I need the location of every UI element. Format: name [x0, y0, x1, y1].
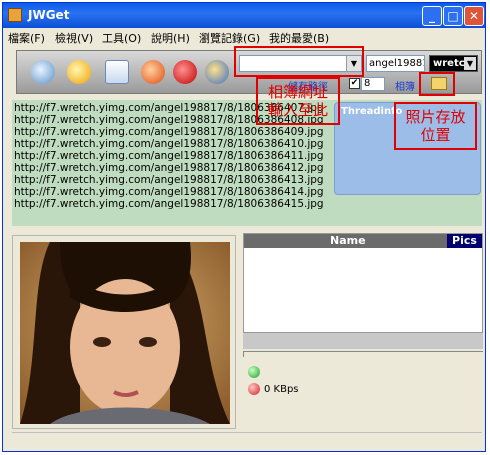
url-hint-line1: 相簿網址	[267, 83, 328, 101]
photo-preview	[20, 242, 230, 424]
save-hint-line1: 照片存放	[405, 108, 466, 126]
sub-progress-bar	[243, 351, 483, 357]
minimize-button[interactable]: _	[422, 6, 442, 26]
url-line: http://f7.wretch.yimg.com/angel198817/8/…	[14, 198, 324, 210]
url-line: http://f7.wretch.yimg.com/angel198817/8/…	[14, 150, 324, 162]
album-field[interactable]: angel198817	[366, 55, 425, 72]
document-icon[interactable]	[105, 60, 129, 84]
explore-icon[interactable]	[67, 60, 91, 84]
download-icon[interactable]	[141, 60, 165, 84]
speed-label: 0 KBps	[264, 384, 299, 395]
save-hint-line2: 位置	[420, 126, 451, 144]
col-pics[interactable]: Pics	[447, 234, 482, 248]
folder-annotation-box	[419, 72, 455, 96]
menu-help[interactable]: 說明(H)	[151, 30, 190, 46]
url-line: http://f7.wretch.yimg.com/angel198817/8/…	[14, 186, 324, 198]
album-link[interactable]: 相簿	[395, 78, 415, 93]
url-hint-line2: 輸入至此	[267, 101, 328, 119]
stop-icon[interactable]	[173, 60, 197, 84]
window-title: JWGet	[28, 8, 70, 22]
list-header: Name Pics	[244, 234, 482, 248]
count-field[interactable]: 8	[361, 77, 385, 91]
status-bar	[12, 432, 482, 450]
menu-favorites[interactable]: 我的最愛(B)	[269, 30, 329, 46]
url-line: http://f7.wretch.yimg.com/angel198817/8/…	[14, 174, 324, 186]
status-red-icon	[248, 383, 260, 395]
site-combo[interactable]: wretc ▼	[429, 55, 478, 72]
browser-icon[interactable]	[205, 60, 229, 84]
col-name[interactable]: Name	[330, 234, 366, 247]
url-line: http://f7.wretch.yimg.com/angel198817/8/…	[14, 138, 324, 150]
menu-bar: 檔案(F) 檢視(V) 工具(O) 說明(H) 瀏覽記錄(G) 我的最愛(B)	[3, 28, 485, 46]
menu-history[interactable]: 瀏覽記錄(G)	[199, 30, 260, 46]
photo-preview-panel	[12, 235, 236, 429]
site-combo-value: wretc	[433, 58, 465, 69]
file-list[interactable]: Name Pics	[243, 233, 483, 333]
menu-tools[interactable]: 工具(O)	[102, 30, 141, 46]
title-bar: JWGet _ □ ✕	[3, 3, 485, 28]
chevron-down-icon[interactable]: ▼	[464, 57, 476, 70]
menu-view[interactable]: 檢視(V)	[55, 30, 93, 46]
maximize-button[interactable]: □	[443, 6, 463, 26]
status-green-icon	[248, 366, 260, 378]
menu-file[interactable]: 檔案(F)	[8, 30, 45, 46]
url-input-annotation-box	[234, 46, 364, 77]
progress-bar	[243, 333, 483, 349]
download-status-area: 0 KBps	[243, 333, 483, 429]
app-icon	[8, 8, 22, 22]
url-line: http://f7.wretch.yimg.com/angel198817/8/…	[14, 126, 324, 138]
url-line: http://f7.wretch.yimg.com/angel198817/8/…	[14, 162, 324, 174]
option-checkbox[interactable]: ✔	[349, 78, 360, 89]
close-button[interactable]: ✕	[464, 6, 484, 26]
search-icon[interactable]	[31, 60, 55, 84]
